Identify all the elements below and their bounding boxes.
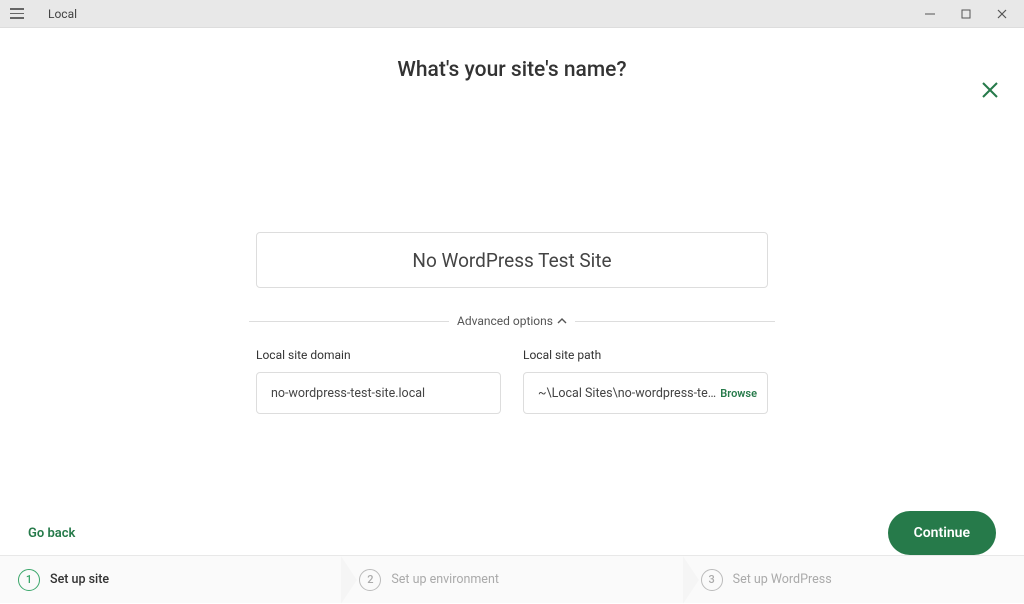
close-icon[interactable]: [980, 80, 1000, 104]
advanced-options-label: Advanced options: [457, 314, 553, 328]
path-text: ~\Local Sites\no-wordpress-test-...: [538, 386, 720, 401]
step-number: 1: [18, 569, 40, 591]
window-controls: [912, 2, 1020, 26]
domain-field: Local site domain: [256, 348, 501, 414]
browse-button[interactable]: Browse: [720, 387, 757, 400]
footer-actions: Go back Continue: [0, 511, 1024, 555]
step-label: Set up environment: [391, 572, 499, 587]
path-input-wrapper: ~\Local Sites\no-wordpress-test-... Brow…: [523, 372, 768, 414]
step-number: 3: [701, 569, 723, 591]
continue-button[interactable]: Continue: [888, 511, 996, 555]
window-title: Local: [48, 7, 912, 21]
step-label: Set up site: [50, 572, 109, 587]
maximize-button[interactable]: [948, 2, 984, 26]
step-2: 2 Set up environment: [341, 556, 682, 603]
step-label: Set up WordPress: [733, 572, 832, 587]
divider: [249, 321, 449, 322]
domain-field-label: Local site domain: [256, 348, 501, 362]
chevron-up-icon: [557, 316, 567, 326]
divider: [575, 321, 775, 322]
domain-input[interactable]: [256, 372, 501, 414]
main-content: What's your site's name? Advanced option…: [0, 58, 1024, 574]
close-window-button[interactable]: [984, 2, 1020, 26]
step-number: 2: [359, 569, 381, 591]
path-field-label: Local site path: [523, 348, 768, 362]
step-1: 1 Set up site: [0, 556, 341, 603]
site-name-input[interactable]: [256, 232, 768, 288]
minimize-button[interactable]: [912, 2, 948, 26]
menu-icon[interactable]: [10, 4, 30, 24]
advanced-fields: Local site domain Local site path ~\Loca…: [0, 348, 1024, 414]
advanced-options-toggle[interactable]: Advanced options: [0, 314, 1024, 328]
steps-bar: 1 Set up site 2 Set up environment 3 Set…: [0, 555, 1024, 603]
step-3: 3 Set up WordPress: [683, 556, 1024, 603]
title-bar: Local: [0, 0, 1024, 28]
path-field: Local site path ~\Local Sites\no-wordpre…: [523, 348, 768, 414]
go-back-button[interactable]: Go back: [28, 526, 75, 541]
page-heading: What's your site's name?: [0, 58, 1024, 82]
